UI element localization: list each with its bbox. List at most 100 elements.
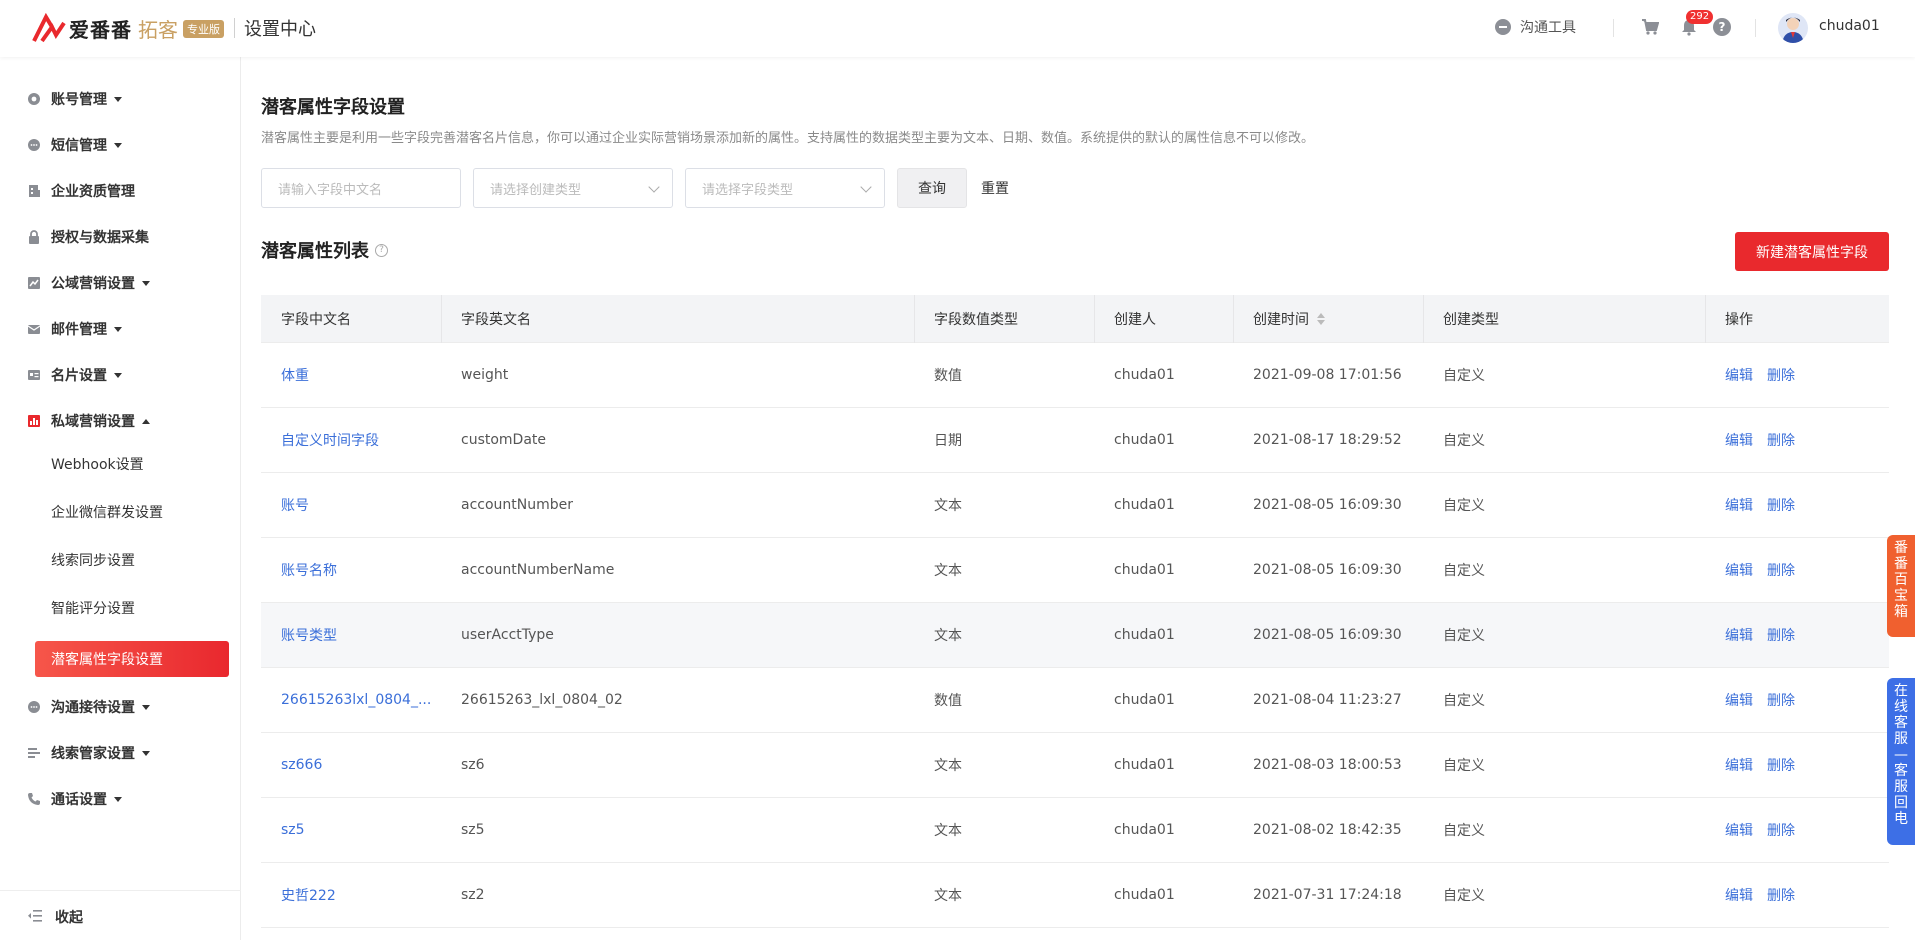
cell-create-time: 2021-08-05 16:09:30: [1253, 562, 1402, 578]
cell-cn-name[interactable]: sz666: [261, 733, 441, 797]
cell-create-time: 2021-08-02 18:42:35: [1253, 822, 1402, 838]
section-title: 设置中心: [244, 19, 316, 40]
cell-create-type: 自定义: [1443, 693, 1485, 709]
sidebar-item-qualification[interactable]: 企业资质管理: [0, 171, 241, 211]
cell-cn-name[interactable]: 自定义时间字段: [261, 408, 441, 472]
sidebar-item-reception[interactable]: 沟通接待设置: [0, 687, 241, 727]
header-divider: [1755, 19, 1756, 37]
online-service-tab[interactable]: 在 线 客 服 — 客 服 回 电: [1887, 678, 1915, 845]
table-header: 字段中文名 字段英文名 字段数值类型 创建人 创建时间 创建类型 操作: [261, 295, 1889, 343]
create-type-select[interactable]: 请选择创建类型: [473, 168, 673, 208]
cart-icon[interactable]: [1641, 18, 1659, 36]
treasure-box-tab[interactable]: 番 番 百 宝 箱: [1887, 535, 1915, 637]
sidebar-subitem-webhook[interactable]: Webhook设置: [35, 446, 229, 482]
communication-tools-button[interactable]: 沟通工具: [1495, 17, 1576, 37]
cell-create-type: 自定义: [1443, 758, 1485, 774]
cell-cn-name[interactable]: 26615263lxl_0804_...: [261, 668, 441, 732]
column-header-create-time[interactable]: 创建时间: [1233, 295, 1325, 343]
edit-link[interactable]: 编辑: [1725, 495, 1753, 515]
delete-link[interactable]: 删除: [1767, 430, 1795, 450]
sidebar-item-mail[interactable]: 邮件管理: [0, 309, 241, 349]
cell-creator: chuda01: [1114, 367, 1175, 383]
table-row: 账号名称 accountNumberName 文本 chuda01 2021-08-05…: [261, 538, 1889, 603]
edit-link[interactable]: 编辑: [1725, 365, 1753, 385]
sidebar-item-sms[interactable]: 短信管理: [0, 125, 241, 165]
cell-en-name: accountNumberName: [461, 562, 615, 578]
sidebar-item-business-card[interactable]: 名片设置: [0, 355, 241, 395]
tab-char: 番: [1894, 556, 1908, 572]
sidebar-subitem-prospect-fields[interactable]: 潜客属性字段设置: [35, 641, 229, 677]
tab-char: —: [1894, 747, 1908, 763]
edit-link[interactable]: 编辑: [1725, 430, 1753, 450]
delete-link[interactable]: 删除: [1767, 625, 1795, 645]
sidebar-item-account[interactable]: 账号管理: [0, 79, 241, 119]
delete-link[interactable]: 删除: [1767, 690, 1795, 710]
user-avatar-icon: [1782, 17, 1804, 43]
reset-button[interactable]: 重置: [981, 168, 1021, 208]
delete-link[interactable]: 删除: [1767, 495, 1795, 515]
delete-link[interactable]: 删除: [1767, 820, 1795, 840]
delete-link[interactable]: 删除: [1767, 365, 1795, 385]
username[interactable]: chuda01: [1819, 18, 1880, 34]
table-row: 账号类型 userAcctType 文本 chuda01 2021-08-05 16:0…: [261, 603, 1889, 668]
help-icon[interactable]: ?: [1713, 18, 1731, 36]
cell-cn-name[interactable]: 账号类型: [261, 603, 441, 667]
edit-link[interactable]: 编辑: [1725, 560, 1753, 580]
table-row: sz5 sz5 文本 chuda01 2021-08-02 18:42:35 自定义 编辑删…: [261, 798, 1889, 863]
cell-en-name: weight: [461, 367, 509, 383]
cell-cn-name[interactable]: 账号名称: [261, 538, 441, 602]
edit-link[interactable]: 编辑: [1725, 625, 1753, 645]
cell-value-type: 日期: [934, 433, 962, 449]
sidebar-collapse-button[interactable]: 收起: [0, 890, 241, 940]
sidebar-item-lead-manager[interactable]: 线索管家设置: [0, 733, 241, 773]
caret-down-icon: [114, 97, 122, 102]
edit-link[interactable]: 编辑: [1725, 755, 1753, 775]
new-field-button[interactable]: 新建潜客属性字段: [1735, 232, 1889, 271]
sort-icon[interactable]: [1317, 313, 1325, 325]
delete-link[interactable]: 删除: [1767, 885, 1795, 905]
field-type-select[interactable]: 请选择字段类型: [685, 168, 885, 208]
delete-link[interactable]: 删除: [1767, 560, 1795, 580]
brand-name: 爱番番: [69, 17, 132, 42]
cell-cn-name[interactable]: 账号: [261, 473, 441, 537]
cell-create-time: 2021-09-08 17:01:56: [1253, 367, 1402, 383]
collapse-label: 收起: [55, 910, 83, 926]
help-tooltip-icon[interactable]: ?: [375, 243, 388, 257]
header-divider: [1613, 19, 1614, 37]
cell-create-time: 2021-08-17 18:29:52: [1253, 432, 1402, 448]
cell-value-type: 文本: [934, 758, 962, 774]
column-header-creator: 创建人: [1114, 312, 1156, 328]
edit-link[interactable]: 编辑: [1725, 885, 1753, 905]
edit-link[interactable]: 编辑: [1725, 690, 1753, 710]
cell-value-type: 文本: [934, 563, 962, 579]
avatar[interactable]: [1778, 13, 1808, 43]
query-button[interactable]: 查询: [897, 168, 967, 208]
sidebar-subitem-smart-scoring[interactable]: 智能评分设置: [35, 590, 229, 626]
cell-en-name: customDate: [461, 432, 547, 448]
lock-icon: [29, 230, 39, 244]
cell-en-name: accountNumber: [461, 497, 574, 513]
logo[interactable]: 爱番番 拓客 专业版 设置中心: [32, 12, 316, 44]
sidebar-item-call[interactable]: 通话设置: [0, 779, 241, 819]
field-name-search-input[interactable]: 请输入字段中文名: [261, 168, 461, 208]
column-header-actions: 操作: [1725, 312, 1753, 328]
cell-create-time: 2021-08-04 11:23:27: [1253, 692, 1402, 708]
cell-value-type: 文本: [934, 628, 962, 644]
delete-link[interactable]: 删除: [1767, 755, 1795, 775]
sidebar-item-private-marketing[interactable]: 私域营销设置: [0, 401, 241, 441]
sidebar-item-public-marketing[interactable]: 公域营销设置: [0, 263, 241, 303]
sidebar-item-authorization[interactable]: 授权与数据采集: [0, 217, 241, 257]
edition-badge: 专业版: [183, 20, 224, 38]
tab-char: 回: [1894, 795, 1908, 811]
cell-cn-name[interactable]: 史哲222: [261, 863, 441, 927]
cell-cn-name[interactable]: 体重: [261, 343, 441, 407]
cell-create-type: 自定义: [1443, 498, 1485, 514]
sidebar-subitem-wecom-broadcast[interactable]: 企业微信群发设置: [35, 494, 229, 530]
sidebar-subitem-lead-sync[interactable]: 线索同步设置: [35, 542, 229, 578]
caret-down-icon: [114, 143, 122, 148]
edit-link[interactable]: 编辑: [1725, 820, 1753, 840]
cell-cn-name[interactable]: sz5: [261, 798, 441, 862]
cell-en-name: sz5: [461, 822, 485, 838]
row-actions: 编辑 删除: [1725, 798, 1809, 862]
row-actions: 编辑 删除: [1725, 473, 1809, 537]
